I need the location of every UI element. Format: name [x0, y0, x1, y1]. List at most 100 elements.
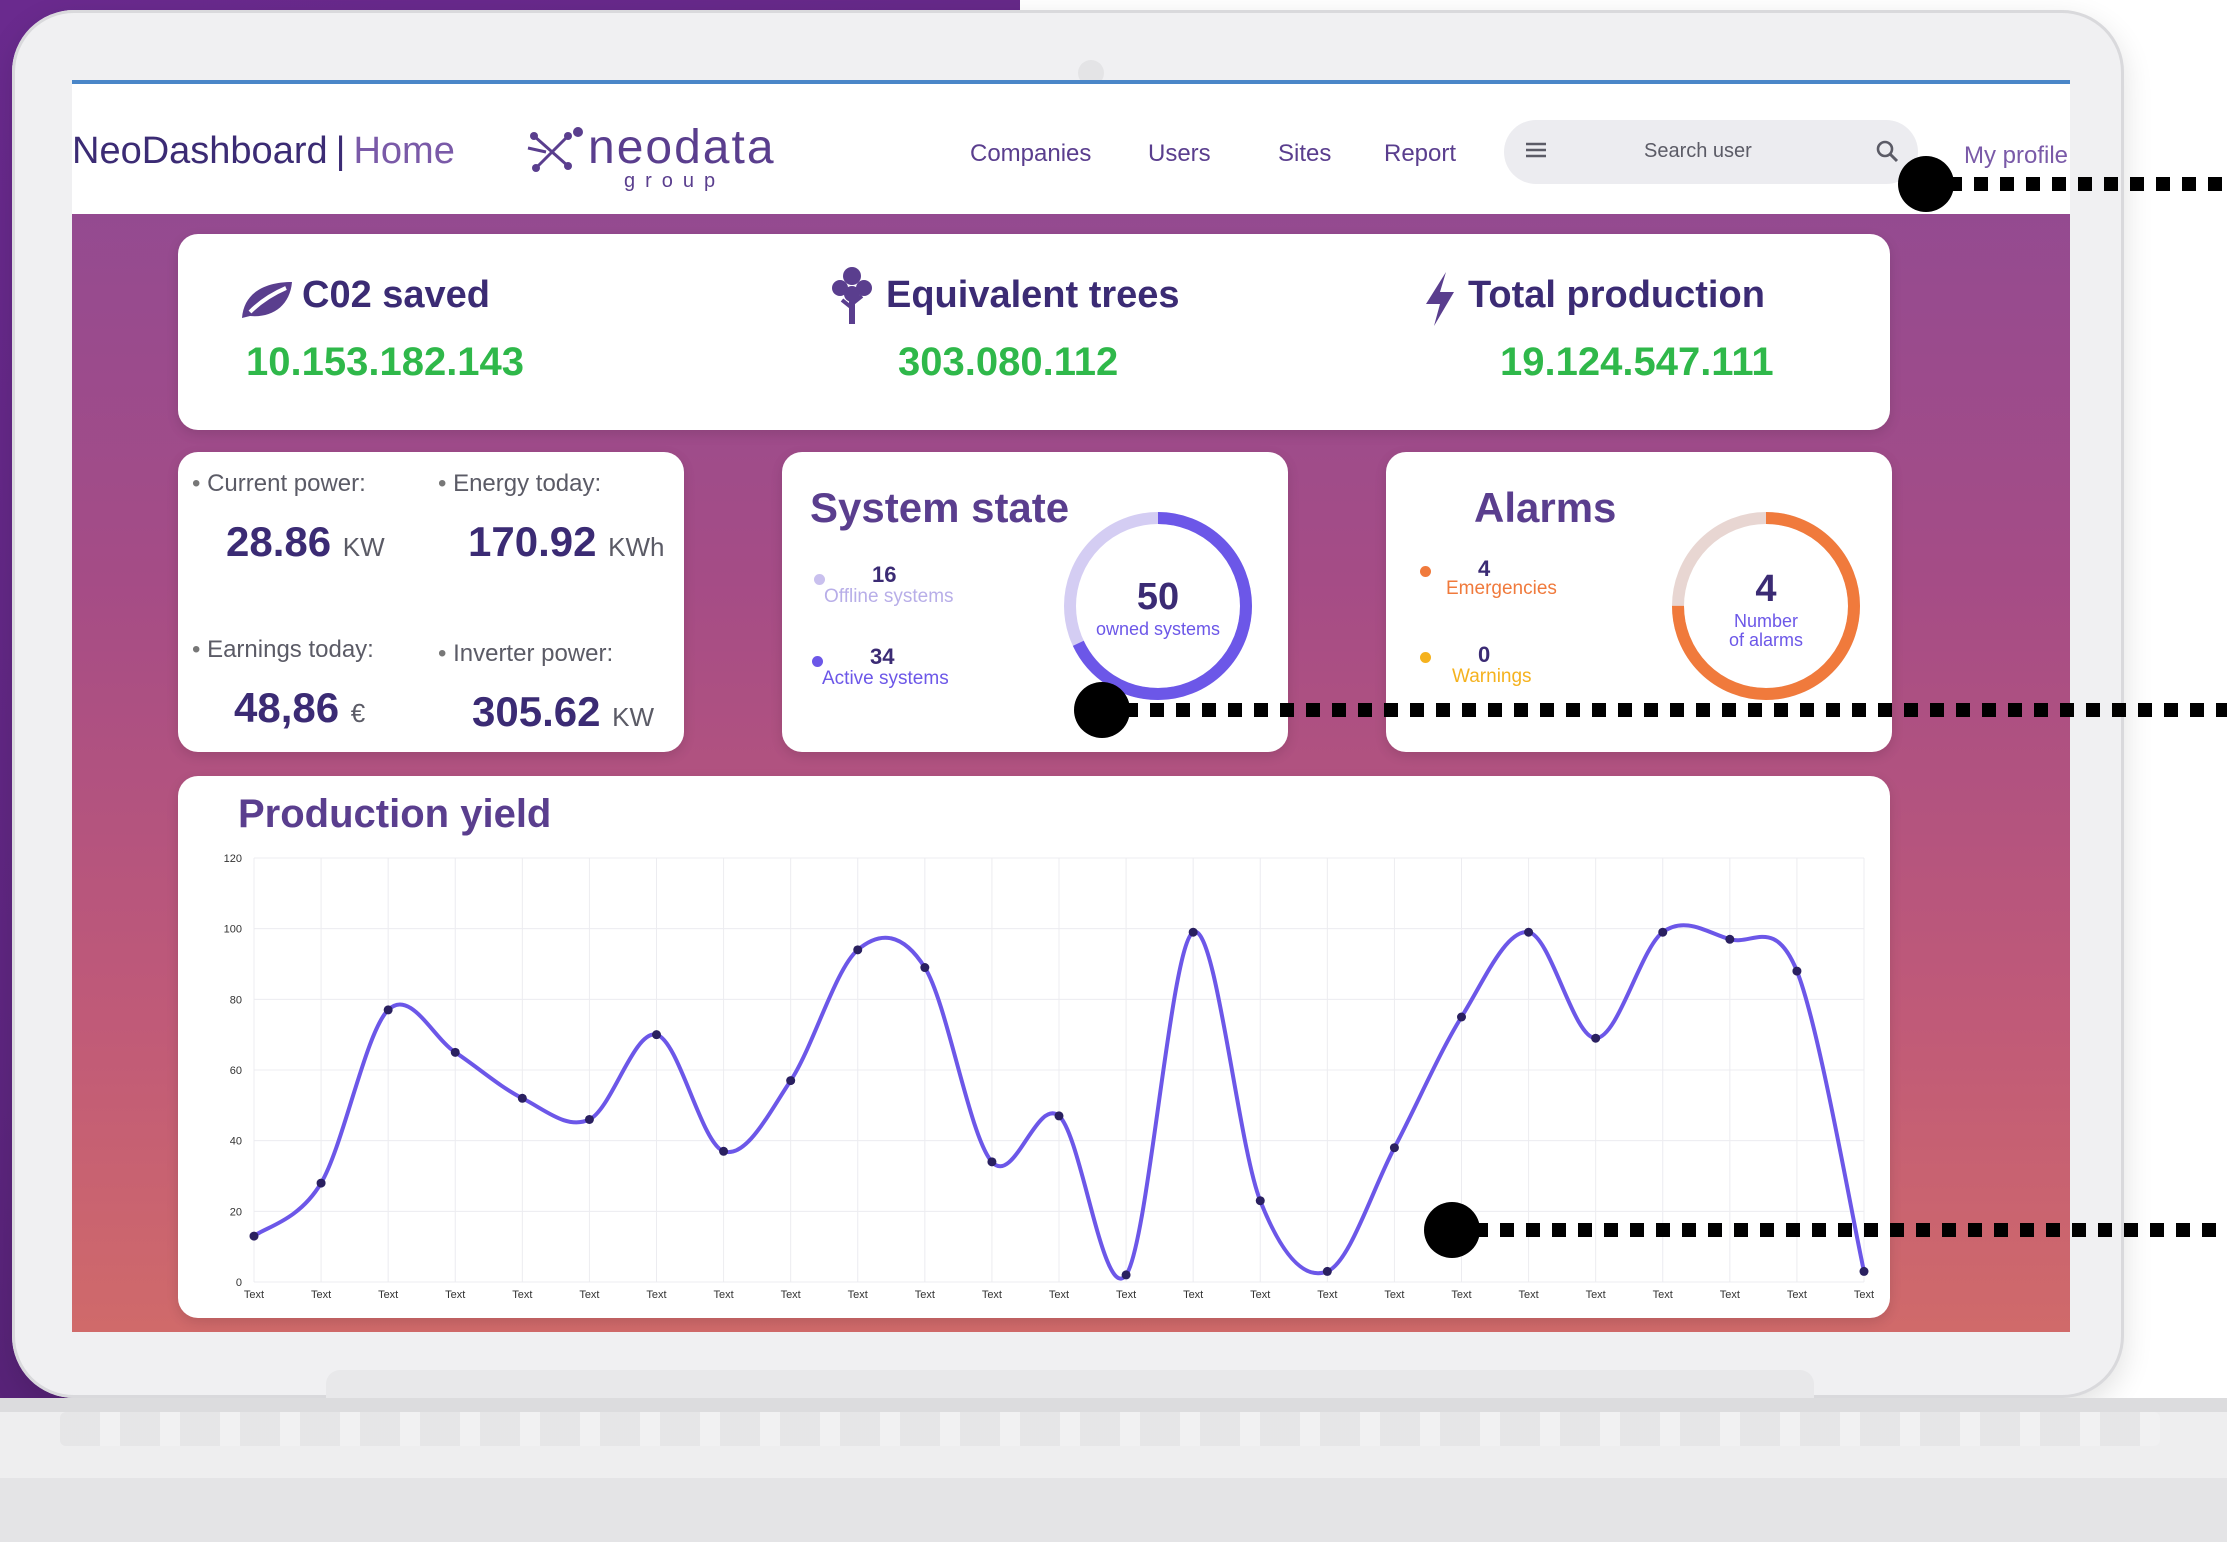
x-tick-label: Text	[378, 1289, 398, 1301]
data-point	[652, 1030, 661, 1040]
x-tick-label: Text	[1384, 1289, 1404, 1301]
x-tick-label: Text	[1250, 1289, 1270, 1301]
warnings-legend-dot	[1420, 652, 1431, 663]
my-profile-link[interactable]: My profile	[1964, 142, 2068, 170]
alarms-title: Alarms	[1474, 484, 1617, 531]
y-tick-label: 80	[230, 994, 242, 1006]
data-point	[1054, 1111, 1064, 1121]
x-tick-label: Text	[646, 1289, 666, 1301]
owned-systems-count: 50	[1136, 576, 1180, 618]
warnings-count: 0	[1478, 642, 1491, 667]
data-point	[1457, 1012, 1466, 1022]
data-point	[1591, 1033, 1601, 1043]
alarms-count: 4	[1755, 568, 1777, 610]
x-tick-label: Text	[915, 1289, 935, 1301]
emergencies-legend-dot	[1420, 566, 1431, 577]
x-tick-label: Text	[1720, 1289, 1740, 1301]
data-point	[1322, 1266, 1332, 1276]
x-tick-label: Text	[1451, 1289, 1471, 1301]
laptop-hinge	[326, 1370, 1814, 1398]
nav-sites[interactable]: Sites	[1278, 140, 1331, 168]
earnings-today-label: Earnings today:	[192, 636, 374, 664]
laptop-base-edge	[0, 1398, 2227, 1412]
y-tick-label: 100	[224, 924, 242, 936]
y-tick-label: 60	[230, 1065, 242, 1077]
x-tick-label: Text	[848, 1289, 868, 1301]
data-point	[1658, 927, 1668, 937]
callout-line-chart	[1474, 1223, 2227, 1237]
logo-text: neodata	[588, 121, 776, 174]
active-count: 34	[870, 644, 895, 669]
y-tick-label: 120	[224, 853, 242, 865]
search-icon[interactable]	[1874, 138, 1900, 164]
nav-users[interactable]: Users	[1148, 140, 1211, 168]
data-point	[719, 1146, 729, 1156]
callout-marker-header	[1898, 156, 1954, 212]
search-placeholder: Search user	[1644, 140, 1752, 162]
y-tick-label: 40	[230, 1136, 242, 1148]
active-label: Active systems	[822, 668, 949, 689]
kpi-trees-value: 303.080.112	[898, 340, 1119, 384]
x-tick-label: Text	[1787, 1289, 1807, 1301]
data-point	[920, 963, 930, 973]
logo-mark-icon	[527, 127, 583, 172]
nav-companies[interactable]: Companies	[970, 140, 1091, 168]
kpi-production-label: Total production	[1468, 274, 1765, 316]
current-power-label: Current power:	[192, 470, 366, 498]
data-point	[1524, 927, 1534, 937]
x-tick-label: Text	[1183, 1289, 1203, 1301]
callout-line-system	[1124, 703, 2227, 717]
x-tick-label: Text	[311, 1289, 331, 1301]
data-point	[1389, 1143, 1399, 1153]
callout-line-header	[1948, 177, 2227, 191]
data-point	[584, 1114, 594, 1124]
current-power-value: 28.86 KW	[226, 518, 385, 565]
x-tick-label: Text	[1854, 1289, 1874, 1301]
y-tick-label: 0	[236, 1277, 242, 1289]
kpi-co2-value: 10.153.182.143	[246, 340, 525, 384]
page-title: Home	[353, 130, 455, 172]
inverter-power-label: Inverter power:	[438, 640, 613, 668]
callout-marker-system	[1074, 682, 1130, 738]
x-tick-label: Text	[1653, 1289, 1673, 1301]
data-point	[383, 1005, 393, 1015]
energy-today-value: 170.92 KWh	[468, 518, 665, 565]
laptop-base-bottom	[0, 1478, 2227, 1542]
offline-label: Offline systems	[824, 586, 954, 607]
data-point	[517, 1093, 527, 1103]
active-legend-dot	[812, 656, 823, 667]
data-point	[450, 1047, 460, 1057]
menu-icon[interactable]	[1522, 136, 1550, 164]
system-state-title: System state	[810, 484, 1070, 531]
breadcrumb-separator: |	[335, 130, 346, 172]
alarms-count-label-1: Number	[1733, 611, 1799, 631]
x-tick-label: Text	[445, 1289, 465, 1301]
power-stats-card: Current power: 28.86 KW Energy today: 17…	[178, 452, 684, 752]
callout-marker-chart	[1424, 1202, 1480, 1258]
app-name[interactable]: NeoDashboard	[72, 130, 328, 172]
kpi-co2-label: C02 saved	[302, 274, 491, 316]
x-tick-label: Text	[1317, 1289, 1337, 1301]
nav-report[interactable]: Report	[1384, 140, 1456, 168]
data-point	[1859, 1266, 1869, 1276]
data-point	[249, 1231, 259, 1241]
x-tick-label: Text	[244, 1289, 264, 1301]
data-point	[1121, 1270, 1131, 1280]
laptop-keyboard	[60, 1412, 2160, 1446]
data-point	[1725, 934, 1735, 944]
kpi-card: C02 saved 10.153.182.143 Equivalent tree…	[178, 234, 1890, 430]
neodata-logo[interactable]: neodata group	[526, 120, 786, 200]
x-tick-label: Text	[1518, 1289, 1538, 1301]
x-tick-label: Text	[713, 1289, 733, 1301]
x-tick-label: Text	[512, 1289, 532, 1301]
owned-systems-label: owned systems	[1095, 619, 1221, 639]
inverter-power-value: 305.62 KW	[472, 688, 655, 735]
data-point	[853, 945, 863, 955]
bolt-icon	[1426, 272, 1454, 326]
search-input[interactable]: Search user	[1504, 120, 1918, 184]
data-point	[786, 1076, 796, 1086]
offline-count: 16	[872, 562, 897, 587]
tree-icon	[832, 267, 872, 324]
breadcrumb: NeoDashboard | Home	[72, 130, 455, 173]
data-point	[1188, 927, 1198, 937]
